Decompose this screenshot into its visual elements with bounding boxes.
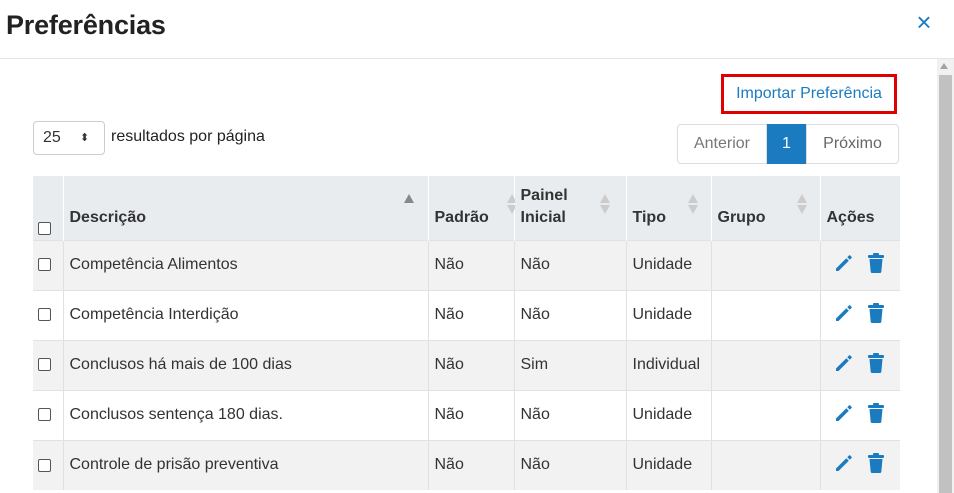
next-page-button[interactable]: Próximo [806,124,899,164]
cell-padrao: Não [427,289,514,340]
sort-icon [796,194,807,214]
vertical-scrollbar[interactable] [937,59,954,493]
cell-tipo: Unidade [625,239,711,290]
table-row[interactable]: Conclusos há mais de 100 dias Não Sim In… [33,339,900,390]
column-label: Painel Inicial [520,186,568,226]
cell-acoes [819,289,900,340]
pagination: Anterior 1 Próximo [677,124,899,164]
cell-grupo [710,239,820,290]
cell-painel-inicial: Não [513,289,626,340]
sort-ascending-icon [403,194,414,214]
row-checkbox[interactable] [38,308,51,322]
table-row[interactable]: Conclusos sentença 180 dias. Não Não Uni… [33,389,900,440]
scroll-up-arrow-icon[interactable] [940,63,948,69]
import-preference-link[interactable]: Importar Preferência [721,74,897,114]
column-header-painel-inicial[interactable]: Painel Inicial [513,176,626,240]
pencil-icon[interactable] [833,302,855,329]
cell-tipo: Unidade [625,439,711,490]
table-row[interactable]: Competência Alimentos Não Não Unidade [33,239,900,290]
cell-grupo [710,389,820,440]
select-all-checkbox[interactable] [38,221,51,235]
column-label: Ações [826,208,875,226]
cell-padrao: Não [427,389,514,440]
table-row[interactable]: Competência Interdição Não Não Unidade [33,289,900,340]
trash-icon[interactable] [867,352,885,379]
cell-descricao: Competência Interdição [62,289,428,340]
pencil-icon[interactable] [833,452,855,479]
column-header-grupo[interactable]: Grupo [710,176,820,240]
sort-icon [687,194,698,214]
pencil-icon[interactable] [833,352,855,379]
cell-painel-inicial: Sim [513,339,626,390]
cell-descricao: Controle de prisão preventiva [62,439,428,490]
table-header-row: Descrição Padrão Painel Inicial Tipo Gru… [33,176,900,240]
cell-painel-inicial: Não [513,239,626,290]
cell-tipo: Individual [625,339,711,390]
column-label: Descrição [69,208,147,226]
previous-page-button[interactable]: Anterior [677,124,767,164]
column-label: Grupo [717,208,766,226]
cell-descricao: Conclusos há mais de 100 dias [62,339,428,390]
column-header-padrao[interactable]: Padrão [427,176,517,240]
pencil-icon[interactable] [833,252,855,279]
trash-icon[interactable] [867,252,885,279]
select-caret-icon: ⬍ [80,132,90,144]
modal-title: Preferências [6,10,166,40]
cell-tipo: Unidade [625,289,711,340]
cell-padrao: Não [427,339,514,390]
select-all-cell [33,176,63,240]
cell-padrao: Não [427,439,514,490]
cell-grupo [710,289,820,340]
scroll-thumb[interactable] [939,75,952,493]
close-icon[interactable]: × [912,9,936,35]
cell-painel-inicial: Não [513,389,626,440]
row-checkbox[interactable] [38,358,51,372]
current-page-button[interactable]: 1 [767,124,806,164]
row-checkbox[interactable] [38,458,51,472]
cell-descricao: Conclusos sentença 180 dias. [62,389,428,440]
column-label: Tipo [632,208,666,226]
cell-painel-inicial: Não [513,439,626,490]
cell-acoes [819,339,900,390]
cell-grupo [710,339,820,390]
cell-descricao: Competência Alimentos [62,239,428,290]
table-row[interactable]: Controle de prisão preventiva Não Não Un… [33,439,900,490]
sort-icon [599,194,610,214]
column-header-acoes: Ações [819,176,900,240]
cell-padrao: Não [427,239,514,290]
row-checkbox[interactable] [38,408,51,422]
pencil-icon[interactable] [833,402,855,429]
row-checkbox[interactable] [38,258,51,272]
page-size-select[interactable]: 25 ⬍ [33,121,105,155]
trash-icon[interactable] [867,302,885,329]
trash-icon[interactable] [867,402,885,429]
per-page-label: resultados por página [111,128,265,145]
cell-acoes [819,389,900,440]
column-header-tipo[interactable]: Tipo [625,176,711,240]
cell-grupo [710,439,820,490]
page-size-value: 25 [43,129,61,146]
column-label: Padrão [434,208,489,226]
column-header-descricao[interactable]: Descrição [62,176,428,240]
cell-tipo: Unidade [625,389,711,440]
modal-header: Preferências × [0,0,954,59]
cell-acoes [819,239,900,290]
trash-icon[interactable] [867,452,885,479]
preferences-table: Descrição Padrão Painel Inicial Tipo Gru… [33,176,900,490]
cell-acoes [819,439,900,490]
